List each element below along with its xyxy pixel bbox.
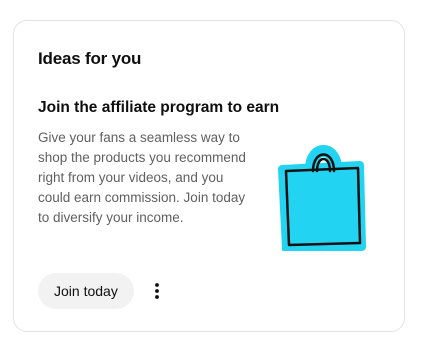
shopping-bag-icon: [278, 145, 366, 251]
more-options-button[interactable]: [144, 277, 170, 305]
promo-description: Give your fans a seamless way to shop th…: [38, 130, 246, 225]
join-today-button[interactable]: Join today: [38, 273, 134, 309]
more-vert-icon: [155, 283, 159, 299]
card-title: Ideas for you: [38, 49, 142, 68]
promo-heading: Join the affiliate program to earn: [38, 99, 280, 116]
ideas-card: Ideas for you Join the affiliate program…: [13, 20, 405, 332]
